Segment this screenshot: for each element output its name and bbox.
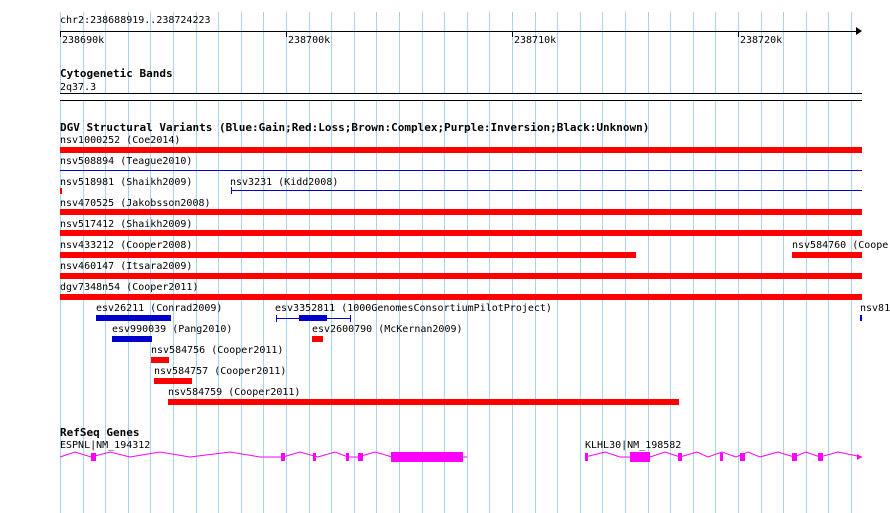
genome-browser-panel: chr2:238688919..238724223 238690k 238700…	[0, 0, 890, 513]
gain-feature-bar[interactable]	[96, 315, 171, 321]
feature-label: nsv517412 (Shaikh2009)	[60, 219, 193, 230]
exon	[792, 453, 797, 461]
loss-feature-bar[interactable]	[60, 209, 862, 215]
track-title-cytogenetic-bands: Cytogenetic Bands	[60, 67, 173, 80]
track-title-refseq-genes: RefSeq Genes	[60, 426, 140, 439]
ruler-tick	[738, 31, 739, 37]
ruler-tick-label: 238690k	[62, 35, 105, 46]
ruler-arrow-icon	[856, 27, 862, 35]
gain-feature-cap	[350, 315, 351, 322]
position-label: chr2:238688919..238724223	[60, 15, 211, 26]
loss-feature-bar[interactable]	[792, 252, 862, 258]
gain-feature-line[interactable]	[231, 190, 862, 191]
loss-feature-bar[interactable]	[168, 399, 679, 405]
feature-label: nsv584759 (Cooper2011)	[168, 387, 301, 398]
feature-label: nsv584760 (Cooper	[792, 240, 890, 251]
feature-label: nsv433212 (Cooper2008)	[60, 240, 193, 251]
loss-feature-bar[interactable]	[312, 336, 323, 342]
exon	[585, 453, 588, 461]
ruler-line[interactable]	[60, 31, 860, 32]
gene-klhl30-model[interactable]	[0, 446, 890, 470]
ruler-tick-label: 238700k	[288, 35, 331, 46]
feature-label: nsv584757 (Cooper2011)	[154, 366, 287, 377]
exon	[720, 453, 723, 461]
loss-feature-bar[interactable]	[154, 378, 192, 384]
feature-label: nsv81	[860, 303, 890, 314]
feature-label: dgv7348n54 (Cooper2011)	[60, 282, 199, 293]
loss-feature-bar[interactable]	[151, 357, 169, 363]
ruler-tick-label: 238710k	[514, 35, 557, 46]
exon-cds	[630, 452, 650, 462]
ruler-tick-label: 238720k	[740, 35, 783, 46]
loss-feature-bar[interactable]	[60, 294, 862, 300]
feature-label: nsv508894 (Teague2010)	[60, 156, 193, 167]
gain-feature-line[interactable]	[60, 170, 862, 171]
feature-label: esv2600790 (McKernan2009)	[312, 324, 463, 335]
exon	[678, 453, 682, 461]
loss-feature-bar[interactable]	[60, 252, 636, 258]
strand-arrow-icon	[857, 454, 862, 460]
feature-label: esv990039 (Pang2010)	[112, 324, 233, 335]
gain-feature-block[interactable]	[299, 315, 327, 321]
gain-feature-cap	[276, 315, 277, 322]
feature-label: esv26211 (Conrad2009)	[96, 303, 223, 314]
gain-feature-bar[interactable]	[860, 315, 862, 321]
cytoband-label: 2q37.3	[60, 82, 97, 93]
feature-label: nsv3231 (Kidd2008)	[230, 177, 339, 188]
ruler-tick	[512, 31, 513, 37]
loss-feature-bar[interactable]	[60, 230, 862, 236]
exon	[818, 453, 823, 461]
track-title-dgv: DGV Structural Variants (Blue:Gain;Red:L…	[60, 121, 650, 134]
loss-feature-bar[interactable]	[60, 147, 862, 153]
feature-label: nsv518981 (Shaikh2009)	[60, 177, 193, 188]
loss-feature-bar[interactable]	[60, 273, 862, 279]
feature-label: nsv584756 (Cooper2011)	[151, 345, 284, 356]
exon	[740, 453, 745, 461]
gain-feature-bar[interactable]	[112, 336, 152, 342]
ruler-tick	[286, 31, 287, 37]
cytoband-bar[interactable]	[60, 93, 862, 101]
feature-label: nsv1000252 (Coe2014)	[60, 135, 181, 146]
feature-label: esv3352811 (1000GenomesConsortiumPilotPr…	[275, 303, 552, 314]
loss-feature-bar[interactable]	[60, 188, 62, 194]
feature-label: nsv460147 (Itsara2009)	[60, 261, 193, 272]
ruler-tick	[60, 31, 61, 37]
feature-label: nsv470525 (Jakobsson2008)	[60, 198, 211, 209]
gain-feature-cap	[231, 187, 232, 194]
